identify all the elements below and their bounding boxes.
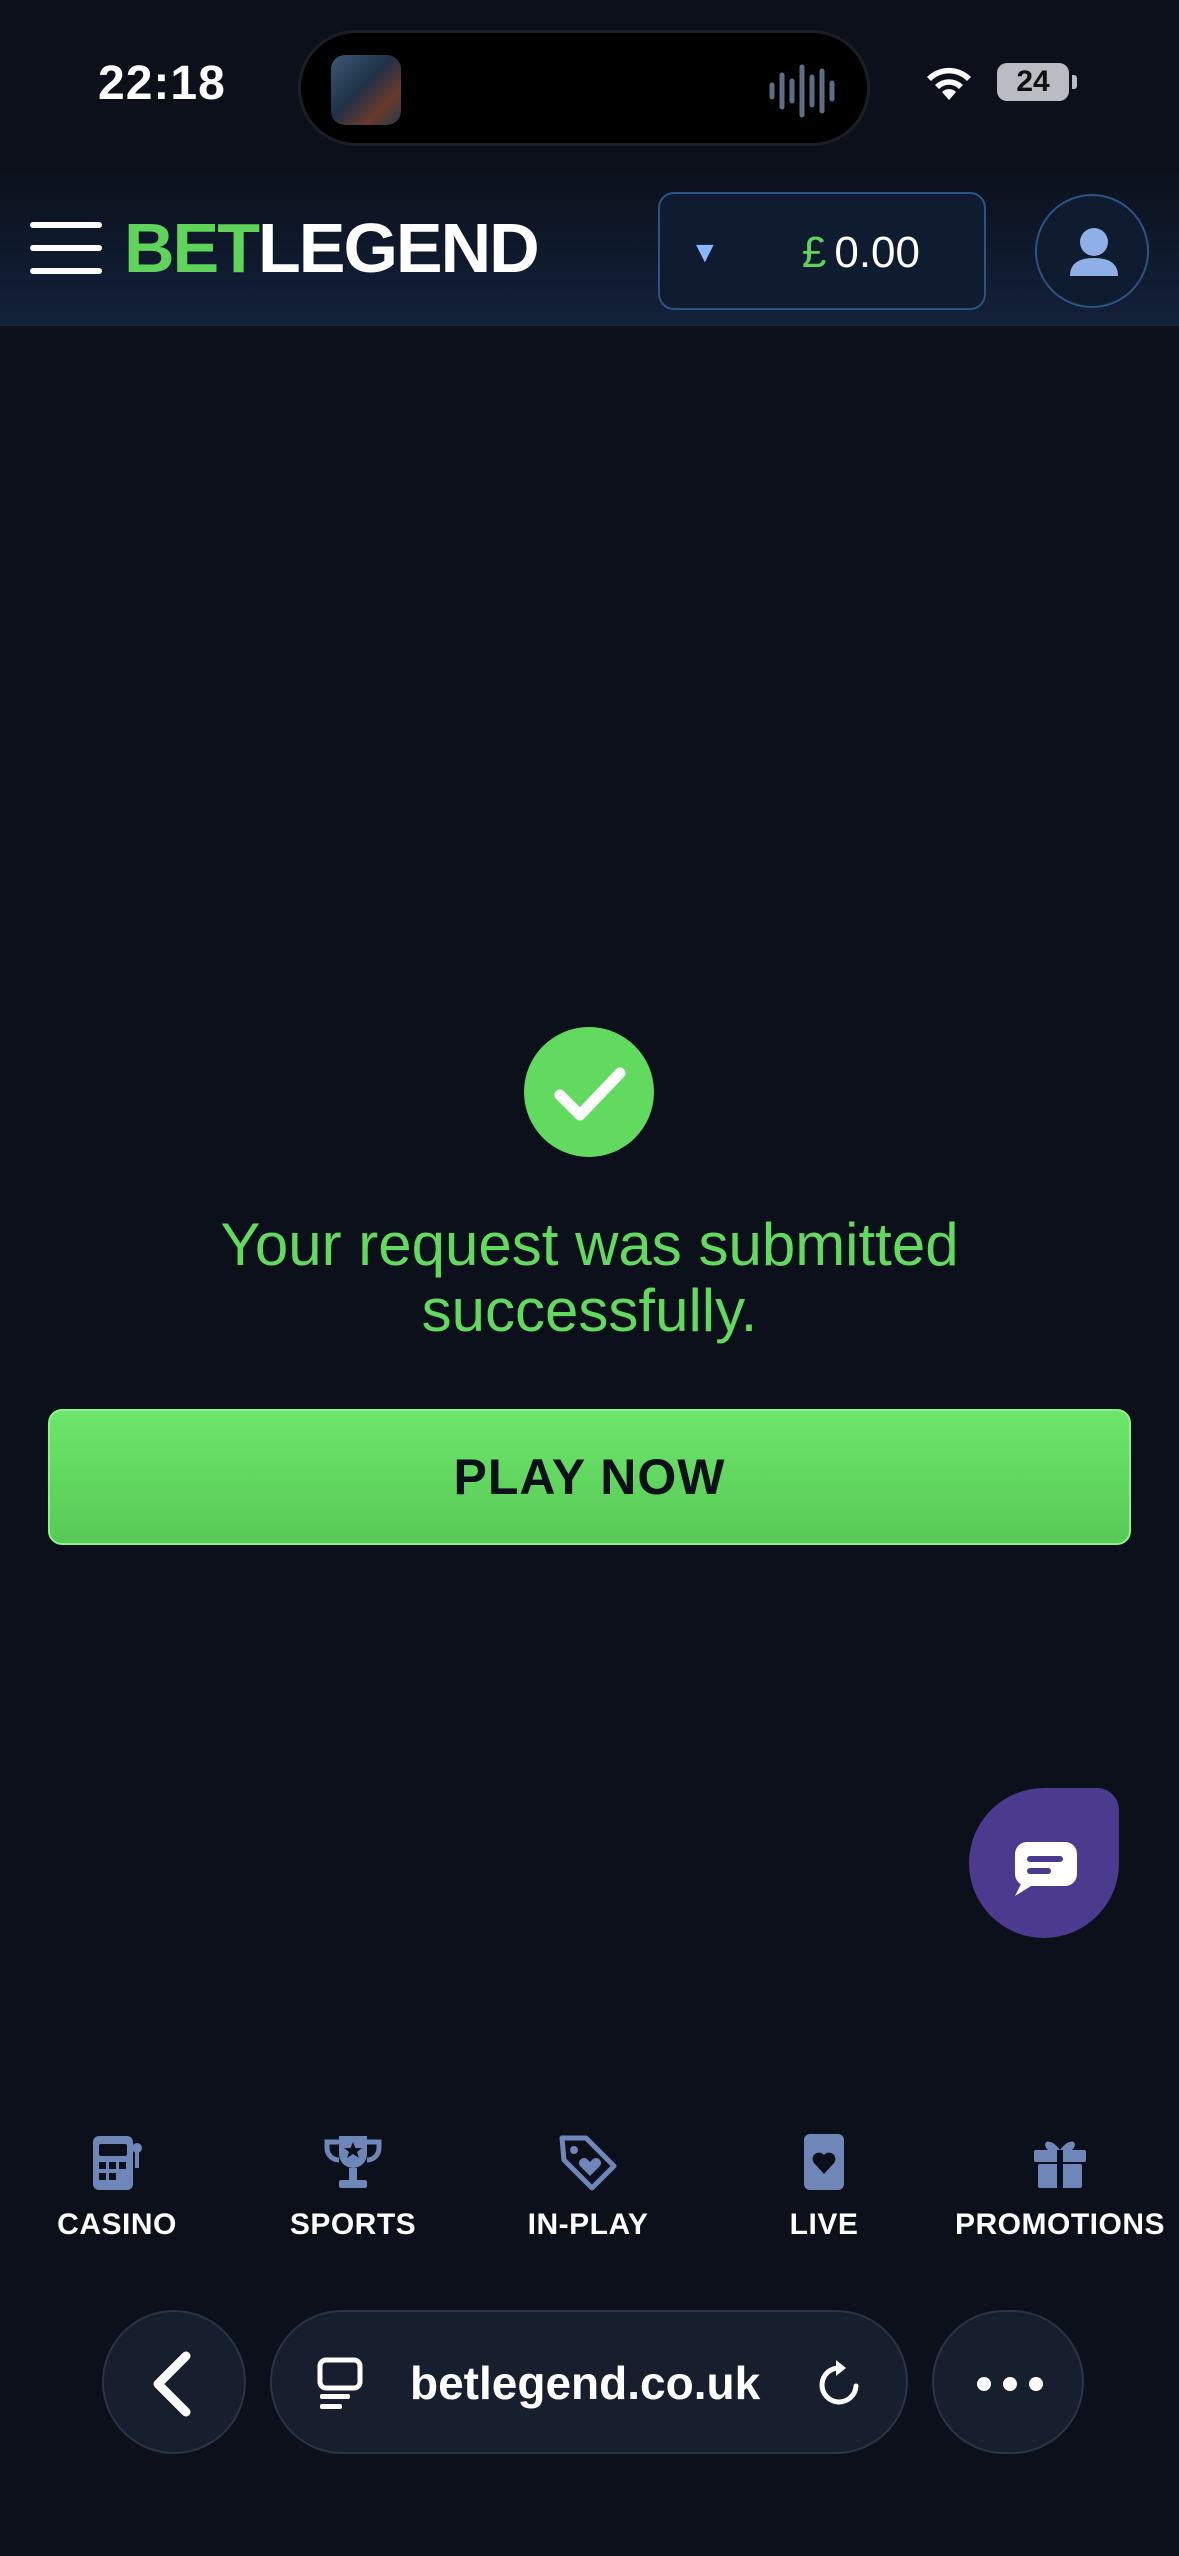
- nav-in-play-label: IN-PLAY: [527, 2208, 649, 2241]
- balance-amount: £0.00: [802, 228, 920, 278]
- hamburger-menu-icon[interactable]: [30, 222, 102, 274]
- dynamic-island: [298, 30, 870, 146]
- live-chat-button[interactable]: [969, 1788, 1119, 1938]
- logo-legend: LEGEND: [258, 209, 540, 287]
- nav-in-play[interactable]: IN-PLAY: [468, 2130, 708, 2242]
- nav-casino-label: CASINO: [57, 2208, 177, 2241]
- reload-icon[interactable]: [810, 2354, 870, 2414]
- success-check-icon: [524, 1027, 654, 1157]
- chevron-down-icon: ▼: [690, 236, 720, 269]
- audio-wave-icon: [769, 64, 835, 118]
- battery-indicator: 24: [997, 63, 1077, 101]
- tab-layout-icon: [317, 2357, 363, 2409]
- nav-sports[interactable]: SPORTS: [233, 2130, 473, 2242]
- balance-value: 0.00: [834, 228, 920, 277]
- chat-bubble-icon: [1015, 1842, 1077, 1896]
- browser-more-button[interactable]: [932, 2310, 1084, 2454]
- nav-casino[interactable]: CASINO: [0, 2130, 237, 2242]
- play-now-button[interactable]: PLAY NOW: [48, 1409, 1131, 1545]
- nav-sports-label: SPORTS: [289, 2208, 417, 2241]
- nav-live[interactable]: LIVE: [704, 2130, 944, 2242]
- playing-card-icon: [804, 2134, 844, 2190]
- tag-heart-icon: [559, 2135, 617, 2191]
- balance-dropdown[interactable]: ▼ £0.00: [658, 192, 986, 310]
- success-message: Your request was submitted successfully.: [220, 1211, 959, 1344]
- betlegend-logo[interactable]: BETLEGEND: [124, 208, 540, 288]
- gift-icon: [1034, 2141, 1086, 2188]
- bottom-navigation: CASINO SPORTS IN-PLAY LIVE PROMOTIONS: [0, 2120, 1179, 2270]
- page: 22:18 24 BETLEGEND ▼ £ 0.00 Your request…: [0, 0, 1179, 2556]
- trophy-icon: [324, 2136, 382, 2188]
- slot-machine-icon: [93, 2136, 142, 2190]
- user-icon: [1070, 228, 1118, 276]
- nav-live-label: LIVE: [789, 2208, 859, 2241]
- browser-back-button[interactable]: [102, 2310, 246, 2454]
- chevron-left-icon: [153, 2351, 191, 2417]
- status-time: 22:18: [98, 57, 226, 110]
- now-playing-thumbnail: [331, 55, 401, 125]
- url-text: betlegend.co.uk: [410, 2357, 761, 2409]
- nav-promotions[interactable]: PROMOTIONS: [940, 2130, 1179, 2242]
- status-icons: 24: [923, 62, 1077, 102]
- site-header: BETLEGEND ▼ £0.00: [0, 172, 1179, 326]
- address-bar[interactable]: betlegend.co.uk: [270, 2310, 908, 2454]
- wifi-icon: [927, 67, 971, 100]
- nav-promotions-label: PROMOTIONS: [954, 2208, 1165, 2241]
- more-dots-icon: [977, 2377, 1043, 2391]
- profile-button[interactable]: [1035, 194, 1149, 308]
- currency-symbol: £: [801, 228, 827, 277]
- logo-bet: BET: [124, 209, 260, 287]
